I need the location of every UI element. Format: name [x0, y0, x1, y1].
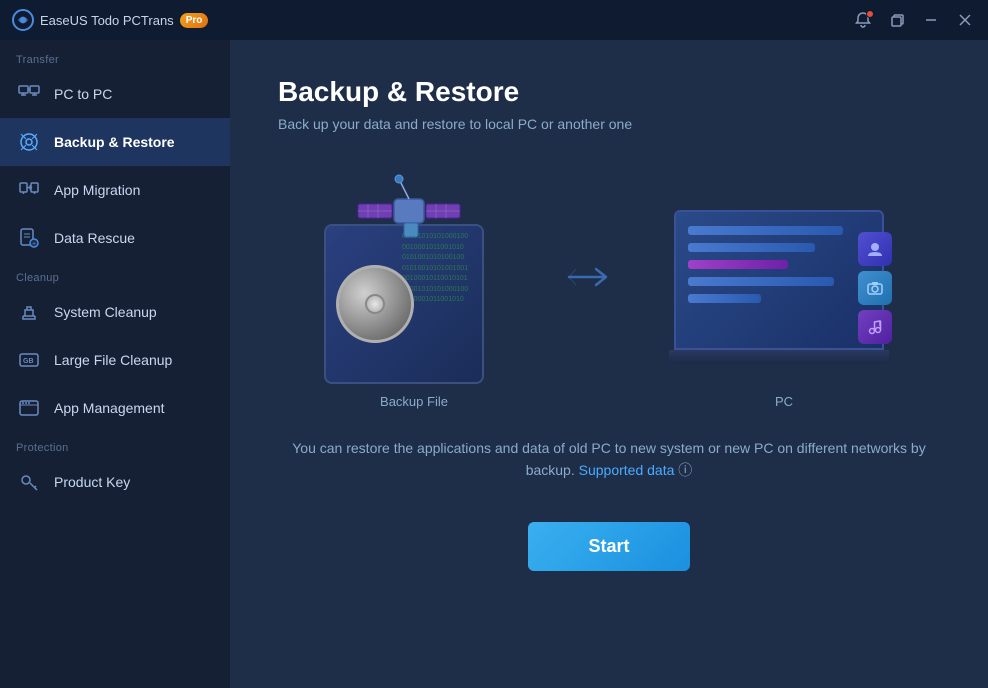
sidebar-item-large-file-cleanup[interactable]: GB Large File Cleanup [0, 336, 230, 384]
sidebar-item-pc-to-pc-label: PC to PC [54, 86, 112, 102]
section-cleanup-label: Cleanup [0, 262, 230, 288]
svg-text:GB: GB [23, 358, 34, 365]
app-icons-column [858, 232, 892, 344]
app-migration-icon [16, 177, 42, 203]
titlebar: EaseUS Todo PCTrans Pro [0, 0, 988, 40]
section-transfer-label: Transfer [0, 44, 230, 70]
product-key-icon [16, 469, 42, 495]
pro-badge: Pro [180, 13, 209, 28]
sidebar-item-system-cleanup-label: System Cleanup [54, 304, 157, 320]
svg-text:+: + [32, 241, 36, 248]
transfer-arrow [564, 262, 614, 292]
sidebar-item-app-management[interactable]: App Management [0, 384, 230, 432]
start-button[interactable]: Start [528, 522, 689, 571]
section-protection-label: Protection [0, 432, 230, 458]
sidebar-item-app-migration-label: App Migration [54, 182, 140, 198]
app-icon-music [858, 310, 892, 344]
titlebar-controls [848, 7, 980, 33]
laptop-screen [674, 210, 884, 350]
notification-badge [866, 10, 874, 18]
satellite-graphic [354, 164, 464, 264]
pc-illustration: PC [674, 164, 894, 409]
large-file-cleanup-icon: GB [16, 347, 42, 373]
sidebar-item-large-file-cleanup-label: Large File Cleanup [54, 352, 172, 368]
laptop-base [669, 350, 889, 364]
minimize-icon [924, 13, 938, 27]
sidebar-item-backup-restore-label: Backup & Restore [54, 134, 175, 150]
sidebar-item-product-key[interactable]: Product Key [0, 458, 230, 506]
sidebar-item-product-key-label: Product Key [54, 474, 130, 490]
sidebar: Transfer PC to PC [0, 40, 230, 688]
system-cleanup-icon [16, 299, 42, 325]
restore-icon [890, 13, 904, 27]
titlebar-left: EaseUS Todo PCTrans Pro [12, 9, 208, 31]
data-rescue-icon: + [16, 225, 42, 251]
close-button[interactable] [950, 7, 980, 33]
pc-label: PC [775, 394, 793, 409]
minimize-button[interactable] [916, 7, 946, 33]
backup-file-label: Backup File [380, 394, 448, 409]
close-icon [958, 13, 972, 27]
backup-file-illustration: 0100101010100010000100010110010100101001… [324, 164, 504, 409]
content-area: Backup & Restore Back up your data and r… [230, 40, 988, 688]
laptop-graphic [674, 210, 884, 364]
start-button-wrapper: Start [278, 522, 940, 571]
page-subtitle: Back up your data and restore to local P… [278, 116, 940, 132]
restore-button[interactable] [882, 7, 912, 33]
app-logo-icon [12, 9, 34, 31]
notification-button[interactable] [848, 7, 878, 33]
illustration-row: 0100101010100010000100010110010100101001… [278, 164, 940, 409]
disc-graphic [336, 265, 414, 343]
supported-data-link[interactable]: Supported data [579, 462, 675, 478]
app-icon-user [858, 232, 892, 266]
page-title: Backup & Restore [278, 76, 940, 108]
app-logo: EaseUS Todo PCTrans Pro [12, 9, 208, 31]
sidebar-item-app-migration[interactable]: App Migration [0, 166, 230, 214]
backup-restore-icon [16, 129, 42, 155]
app-management-icon [16, 395, 42, 421]
main-layout: Transfer PC to PC [0, 40, 988, 688]
sidebar-item-data-rescue[interactable]: + Data Rescue [0, 214, 230, 262]
sidebar-item-data-rescue-label: Data Rescue [54, 230, 135, 246]
sidebar-item-system-cleanup[interactable]: System Cleanup [0, 288, 230, 336]
sidebar-item-backup-restore[interactable]: Backup & Restore [0, 118, 230, 166]
pc-to-pc-icon [16, 81, 42, 107]
app-icon-camera [858, 271, 892, 305]
sidebar-item-pc-to-pc[interactable]: PC to PC [0, 70, 230, 118]
app-name-text: EaseUS Todo PCTrans [40, 13, 174, 28]
info-text: You can restore the applications and dat… [278, 437, 940, 482]
sidebar-item-app-management-label: App Management [54, 400, 165, 416]
